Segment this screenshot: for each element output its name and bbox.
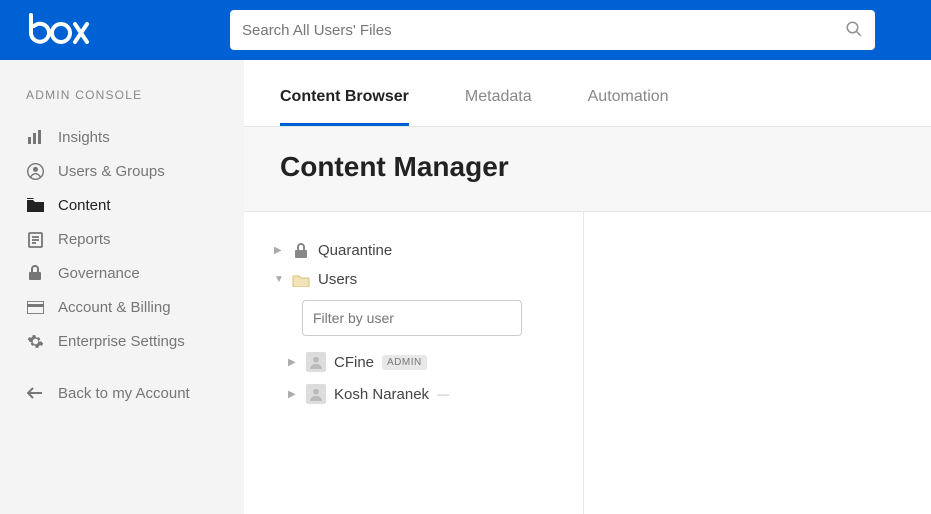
sidebar-item-enterprise-settings[interactable]: Enterprise Settings	[0, 324, 244, 358]
sidebar-item-label: Content	[58, 197, 111, 214]
arrow-left-icon	[26, 384, 44, 402]
tree-user-row[interactable]: ▶ CFine ADMIN	[274, 346, 563, 378]
admin-badge: ADMIN	[382, 355, 427, 370]
lock-icon	[292, 243, 310, 259]
tree-item-users[interactable]: ▼ Users	[274, 265, 563, 294]
sidebar-item-governance[interactable]: Governance	[0, 256, 244, 290]
sidebar-item-reports[interactable]: Reports	[0, 222, 244, 256]
sidebar-heading: ADMIN CONSOLE	[0, 88, 244, 120]
tree-user-name: CFine	[334, 354, 374, 371]
global-search[interactable]	[230, 10, 875, 50]
sidebar-item-back[interactable]: Back to my Account	[0, 376, 244, 410]
sidebar-item-insights[interactable]: Insights	[0, 120, 244, 154]
detail-panel	[584, 212, 931, 514]
search-input[interactable]	[242, 22, 845, 39]
tree-user-row[interactable]: ▶ Kosh Naranek —	[274, 378, 563, 410]
search-icon[interactable]	[845, 20, 863, 41]
sidebar-item-label: Insights	[58, 129, 110, 146]
clipboard-icon	[26, 230, 44, 248]
tabs: Content Browser Metadata Automation	[244, 60, 931, 127]
tab-metadata[interactable]: Metadata	[465, 88, 532, 126]
page-title: Content Manager	[280, 151, 895, 183]
tree-item-label: Quarantine	[318, 242, 392, 259]
tab-automation[interactable]: Automation	[588, 88, 669, 126]
sidebar: ADMIN CONSOLE Insights Users & Groups Co…	[0, 60, 244, 514]
credit-card-icon	[26, 298, 44, 316]
dash-icon: —	[437, 387, 445, 401]
lock-icon	[26, 264, 44, 282]
tab-content-browser[interactable]: Content Browser	[280, 88, 409, 126]
tree-user-name: Kosh Naranek	[334, 386, 429, 403]
chevron-down-icon[interactable]: ▼	[274, 274, 284, 285]
sidebar-item-label: Governance	[58, 265, 140, 282]
filter-user-input[interactable]	[302, 300, 522, 336]
brand-logo[interactable]	[28, 13, 90, 47]
tree-item-quarantine[interactable]: ▶ Quarantine	[274, 236, 563, 265]
gear-icon	[26, 332, 44, 350]
sidebar-item-label: Back to my Account	[58, 385, 190, 402]
sidebar-item-label: Users & Groups	[58, 163, 165, 180]
sidebar-item-label: Reports	[58, 231, 111, 248]
sidebar-item-label: Account & Billing	[58, 299, 171, 316]
folder-open-icon	[292, 273, 310, 287]
chevron-right-icon[interactable]: ▶	[288, 357, 298, 368]
folder-tree: ▶ Quarantine ▼ Users ▶	[244, 212, 584, 514]
sidebar-item-account-billing[interactable]: Account & Billing	[0, 290, 244, 324]
avatar	[306, 384, 326, 404]
app-header	[0, 0, 931, 60]
bar-chart-icon	[26, 128, 44, 146]
sidebar-item-content[interactable]: Content	[0, 188, 244, 222]
user-circle-icon	[26, 162, 44, 180]
sidebar-item-users-groups[interactable]: Users & Groups	[0, 154, 244, 188]
tree-item-label: Users	[318, 271, 357, 288]
main-content: Content Browser Metadata Automation Cont…	[244, 60, 931, 514]
page-title-bar: Content Manager	[244, 127, 931, 212]
folder-icon	[26, 196, 44, 214]
chevron-right-icon[interactable]: ▶	[274, 245, 284, 256]
avatar	[306, 352, 326, 372]
chevron-right-icon[interactable]: ▶	[288, 389, 298, 400]
sidebar-item-label: Enterprise Settings	[58, 333, 185, 350]
